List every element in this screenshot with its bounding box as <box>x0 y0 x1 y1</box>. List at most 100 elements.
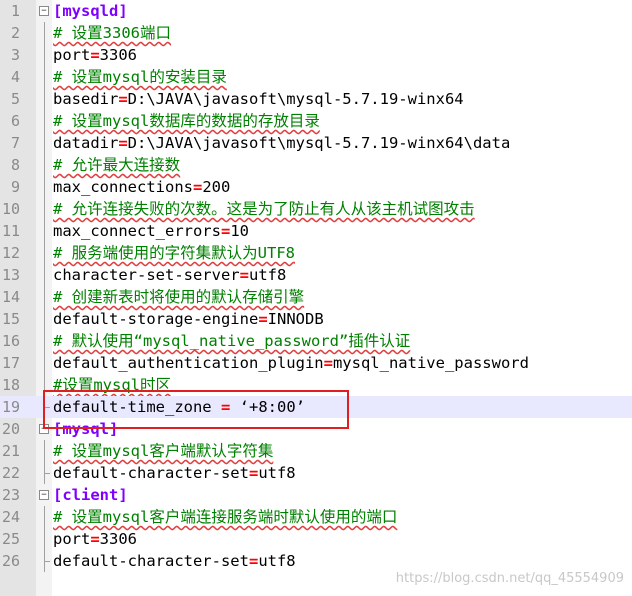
fold-guide <box>44 176 45 198</box>
equals-operator: = <box>258 310 268 328</box>
config-value: D:\JAVA\javasoft\mysql-5.7.19-winx64\dat… <box>127 134 511 152</box>
fold-guide <box>44 242 45 264</box>
fold-toggle-icon[interactable]: − <box>39 6 49 16</box>
code-line[interactable]: 25 port=3306 <box>0 528 632 550</box>
code-line[interactable]: 4 # 设置mysql的安装目录 <box>0 66 632 88</box>
equals-operator: = <box>192 178 203 196</box>
code-line[interactable]: 3 port=3306 <box>0 44 632 66</box>
fold-guide <box>44 264 45 286</box>
line-number: 20 <box>1 420 20 438</box>
fold-toggle-icon[interactable]: − <box>39 490 49 500</box>
code-line[interactable]: 9 max_connections=200 <box>0 176 632 198</box>
fold-guide <box>44 330 45 352</box>
code-line[interactable]: 21 # 设置mysql客户端默认字符集 <box>0 440 632 462</box>
comment: # 创建新表时将使用的默认存储引擎 <box>53 288 305 306</box>
fold-guide <box>44 462 50 484</box>
line-number: 11 <box>1 222 20 240</box>
line-number: 23 <box>1 486 20 504</box>
code-lines: 1− [mysqld] 2 # 设置3306端口 3 port=3306 4 # 设置mysq… <box>0 0 632 572</box>
code-text: # 允许连接失败的次数。这是为了防止有人从该主机试图攻击 <box>53 198 475 220</box>
code-text: # 允许最大连接数 <box>53 154 180 176</box>
code-line[interactable]: 16 # 默认使用“mysql_native_password”插件认证 <box>0 330 632 352</box>
line-number: 10 <box>1 200 20 218</box>
fold-guide <box>44 154 45 176</box>
line-number: 12 <box>1 244 20 262</box>
fold-guide <box>44 110 45 132</box>
config-key: datadir <box>53 134 119 152</box>
config-value: mysql_native_password <box>332 354 529 372</box>
equals-operator: = <box>323 354 333 372</box>
code-text: [mysqld] <box>53 0 128 22</box>
line-number: 7 <box>10 134 20 152</box>
line-number: 18 <box>1 376 20 394</box>
config-key: default-character-set <box>53 552 249 570</box>
code-line[interactable]: 11 max_connect_errors=10 <box>0 220 632 242</box>
comment: # 设置mysql客户端连接服务端时默认使用的端口 <box>53 508 398 526</box>
config-value: utf8 <box>258 552 296 570</box>
line-number: 19 <box>1 398 20 416</box>
config-key: max_connect_errors <box>53 222 221 240</box>
code-text: # 默认使用“mysql_native_password”插件认证 <box>53 330 410 352</box>
fold-guide <box>44 528 45 550</box>
line-number: 16 <box>1 332 20 350</box>
fold-guide <box>44 440 45 462</box>
code-line[interactable]: 17 default_authentication_plugin=mysql_na… <box>0 352 632 374</box>
line-number: 3 <box>10 46 20 64</box>
code-editor[interactable]: 1− [mysqld] 2 # 设置3306端口 3 port=3306 4 # 设置mysq… <box>0 0 632 596</box>
config-value: 3306 <box>99 530 137 548</box>
code-text: # 创建新表时将使用的默认存储引擎 <box>53 286 304 308</box>
config-key: default_authentication_plugin <box>53 354 324 372</box>
code-line[interactable]: 26 default-character-set=utf8 <box>0 550 632 572</box>
config-value: D:\JAVA\javasoft\mysql-5.7.19-winx64 <box>127 90 464 108</box>
fold-guide <box>44 22 45 44</box>
fold-guide <box>44 132 45 154</box>
fold-guide <box>44 220 45 242</box>
comment: # 服务端使用的字符集默认为UTF8 <box>53 244 295 262</box>
code-line[interactable]: 12 # 服务端使用的字符集默认为UTF8 <box>0 242 632 264</box>
line-number: 25 <box>1 530 20 548</box>
code-line[interactable]: 23 − [client] <box>0 484 632 506</box>
line-number: 14 <box>1 288 20 306</box>
config-value: utf8 <box>258 464 296 482</box>
code-line[interactable]: 5 basedir=D:\JAVA\javasoft\mysql-5.7.19-w… <box>0 88 632 110</box>
section-header: [client] <box>53 486 128 504</box>
comment: # 默认使用“mysql_native_password”插件认证 <box>53 332 411 350</box>
line-number: 6 <box>10 112 20 130</box>
comment: # 允许最大连接数 <box>53 156 181 174</box>
code-text: default-storage-engine=INNODB <box>53 308 324 330</box>
line-number: 15 <box>1 310 20 328</box>
line-number: 9 <box>10 178 20 196</box>
code-line[interactable]: 1 − [mysqld] <box>0 0 632 22</box>
code-text: datadir=D:\JAVA\javasoft\mysql-5.7.19-wi… <box>53 132 510 154</box>
config-key: basedir <box>53 90 119 108</box>
code-line[interactable]: 2 # 设置3306端口 <box>0 22 632 44</box>
comment: # 设置mysql客户端默认字符集 <box>53 442 274 460</box>
fold-guide <box>44 506 45 528</box>
line-number: 26 <box>1 552 20 570</box>
code-line[interactable]: 14 # 创建新表时将使用的默认存储引擎 <box>0 286 632 308</box>
fold-guide <box>44 286 45 308</box>
code-line[interactable]: 22 default-character-set=utf8 <box>0 462 632 484</box>
code-line[interactable]: 15 default-storage-engine=INNODB <box>0 308 632 330</box>
code-text: # 设置3306端口 <box>53 22 171 44</box>
code-line[interactable]: 8 # 允许最大连接数 <box>0 154 632 176</box>
line-number: 2 <box>10 24 20 42</box>
line-number: 4 <box>10 68 20 86</box>
code-text: # 设置mysql的安装目录 <box>53 66 227 88</box>
config-value: 3306 <box>99 46 137 64</box>
line-number: 5 <box>10 90 20 108</box>
line-number: 1 <box>10 2 20 20</box>
code-text: # 服务端使用的字符集默认为UTF8 <box>53 242 295 264</box>
code-line[interactable]: 10 # 允许连接失败的次数。这是为了防止有人从该主机试图攻击 <box>0 198 632 220</box>
code-line[interactable]: 6 # 设置mysql数据库的数据的存放目录 <box>0 110 632 132</box>
code-text: default-character-set=utf8 <box>53 550 296 572</box>
equals-operator: = <box>239 266 249 284</box>
line-number: 17 <box>1 354 20 372</box>
code-line[interactable]: 7 datadir=D:\JAVA\javasoft\mysql-5.7.19-w… <box>0 132 632 154</box>
code-line[interactable]: 24 # 设置mysql客户端连接服务端时默认使用的端口 <box>0 506 632 528</box>
equals-operator: = <box>220 222 231 240</box>
equals-operator: = <box>118 90 128 108</box>
equals-operator: = <box>90 46 100 64</box>
comment: # 设置3306端口 <box>53 24 171 42</box>
code-line[interactable]: 13 character-set-server=utf8 <box>0 264 632 286</box>
